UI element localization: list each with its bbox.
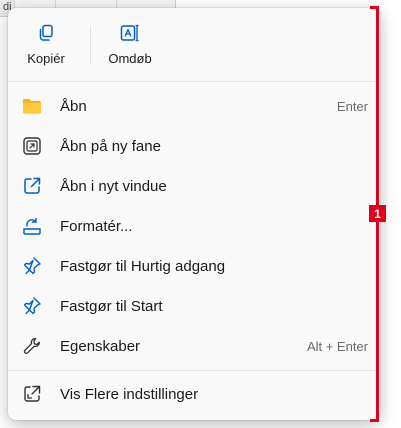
- open-new-window-icon: [24, 177, 41, 194]
- menu-item-label: Åbn: [60, 97, 87, 115]
- show-more-icon: [24, 385, 41, 402]
- rename-icon: [120, 24, 139, 42]
- new-tab-icon: [23, 137, 41, 155]
- pin-icon: [23, 257, 41, 275]
- rename-button[interactable]: Omdøb: [95, 18, 165, 76]
- menu-item-label: Egenskaber: [60, 337, 141, 355]
- menu-item-label: Fastgør til Start: [60, 297, 163, 315]
- quick-actions-divider: [90, 26, 91, 64]
- copy-label: Kopiér: [27, 51, 65, 66]
- menu-item-shortcut: Alt + Enter: [306, 338, 368, 354]
- menu-item-open-new-tab[interactable]: Åbn på ny fane: [12, 126, 376, 166]
- menu-item-format[interactable]: Formatér...: [12, 206, 376, 246]
- menu-item-label: Vis Flere indstillinger: [60, 385, 199, 403]
- wrench-icon: [23, 337, 40, 354]
- menu-item-label: Formatér...: [60, 217, 133, 235]
- menu-item-pin-quick-access[interactable]: Fastgør til Hurtig adgang: [12, 246, 376, 286]
- menu-item-properties[interactable]: Egenskaber Alt + Enter: [12, 326, 376, 366]
- copy-button[interactable]: Kopiér: [11, 18, 81, 76]
- menu-divider: [8, 370, 380, 371]
- copy-icon: [39, 24, 53, 41]
- menu-item-pin-start[interactable]: Fastgør til Start: [12, 286, 376, 326]
- format-drive-icon: [23, 217, 41, 235]
- callout-bracket-top: [370, 6, 379, 9]
- menu-item-open[interactable]: Åbn Enter: [12, 86, 376, 126]
- rename-label: Omdøb: [108, 51, 152, 66]
- callout-bracket-bottom: [370, 419, 379, 422]
- context-menu: Kopiér Omdøb Åbn Enter Åbn på ny fane Åb…: [8, 8, 380, 420]
- menu-item-label: Åbn på ny fane: [60, 137, 161, 155]
- quick-actions-row: Kopiér Omdøb: [8, 8, 380, 80]
- menu-item-shortcut: Enter: [336, 98, 368, 114]
- menu-item-label: Fastgør til Hurtig adgang: [60, 257, 226, 275]
- menu-item-show-more-options[interactable]: Vis Flere indstillinger: [12, 374, 376, 414]
- menu-item-label: Åbn i nyt vindue: [60, 177, 167, 195]
- menu-divider: [8, 81, 380, 82]
- folder-icon: [23, 99, 41, 114]
- pin-icon: [23, 297, 41, 315]
- callout-number-badge: 1: [369, 205, 386, 222]
- menu-item-open-new-window[interactable]: Åbn i nyt vindue: [12, 166, 376, 206]
